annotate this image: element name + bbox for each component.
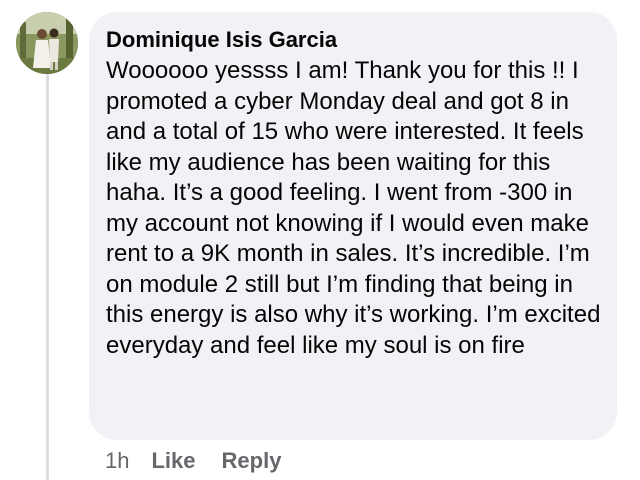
comment-timestamp[interactable]: 1h	[105, 448, 129, 474]
thread-line	[46, 74, 49, 480]
comment-author[interactable]: Dominique Isis Garcia	[106, 26, 603, 54]
avatar-photo	[16, 12, 78, 74]
reply-button[interactable]: Reply	[222, 448, 282, 474]
comment-bubble: Dominique Isis Garcia Woooooo yessss I a…	[89, 12, 617, 440]
comment-text: Woooooo yessss I am! Thank you for this …	[106, 57, 601, 359]
like-button[interactable]: Like	[151, 448, 195, 474]
comment-actions: 1h Like Reply	[105, 448, 307, 474]
avatar[interactable]	[16, 12, 78, 74]
